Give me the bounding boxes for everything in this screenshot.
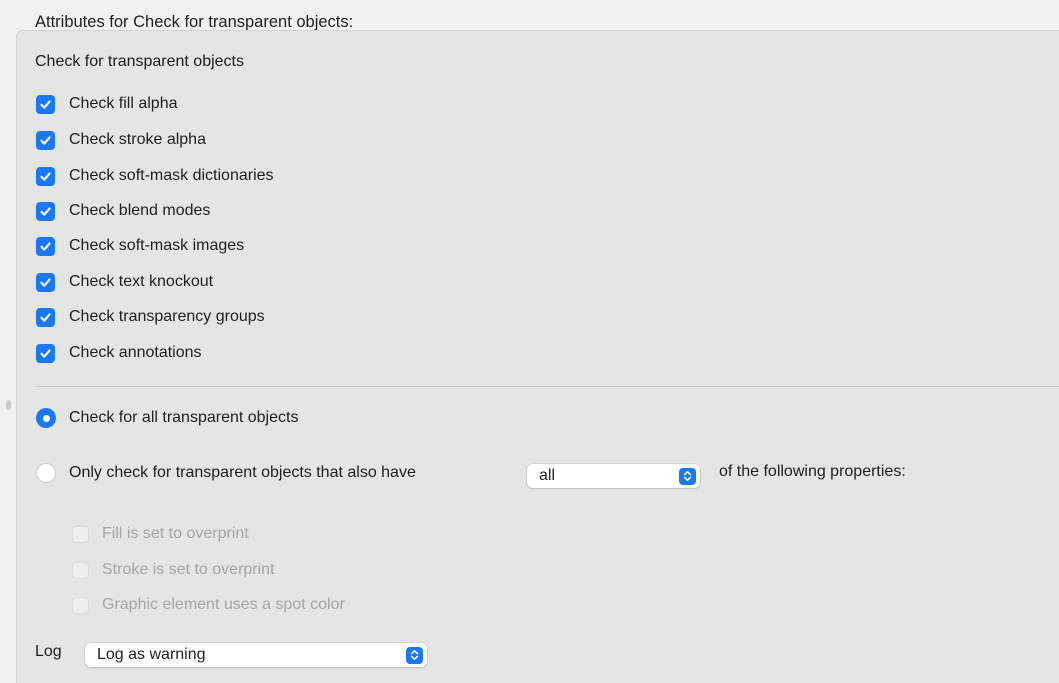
checkbox-box[interactable] [36,94,55,114]
checkbox-stroke-overprint[interactable]: Stroke is set to overprint [72,560,275,580]
checkmark-icon [40,206,51,216]
checkbox-label: Stroke is set to overprint [102,561,275,578]
checkbox-box[interactable] [36,272,55,292]
checkbox-box[interactable] [36,307,55,327]
checkmark-icon [40,171,51,181]
checkmark-icon [40,241,51,251]
log-level-select[interactable]: Log as warning [85,643,427,667]
radio-check-all[interactable]: Check for all transparent objects [36,407,298,429]
checkbox-fill-overprint[interactable]: Fill is set to overprint [72,524,249,544]
checkbox-label: Check blend modes [69,202,211,219]
checkbox-label: Check fill alpha [69,95,178,112]
log-label: Log [35,643,62,660]
radio-button-unselected[interactable] [36,463,56,483]
checkbox-check-soft-mask-images[interactable]: Check soft-mask images [36,236,244,256]
checkbox-box[interactable] [72,525,89,543]
checkmark-icon [40,348,51,358]
checkbox-box[interactable] [36,236,55,256]
checkbox-check-fill-alpha[interactable]: Check fill alpha [36,94,178,114]
radio-button-selected[interactable] [36,408,56,428]
checkbox-check-text-knockout[interactable]: Check text knockout [36,272,213,292]
checkbox-box[interactable] [36,130,55,150]
checkbox-box[interactable] [36,201,55,221]
checkmark-icon [40,312,51,322]
checkmark-icon [40,135,51,145]
checkbox-label: Check soft-mask images [69,237,245,254]
checkbox-label: Fill is set to overprint [102,525,249,542]
checkmark-icon [40,99,51,109]
radio-label: Only check for transparent objects that … [69,464,416,481]
checkbox-label: Check text knockout [69,273,214,290]
checkbox-label: Check annotations [69,344,202,361]
checkbox-check-soft-mask-dictionaries[interactable]: Check soft-mask dictionaries [36,166,274,186]
checkbox-spot-color[interactable]: Graphic element uses a spot color [72,595,345,615]
checkbox-label: Check transparency groups [69,308,265,325]
checkbox-label: Check stroke alpha [69,131,206,148]
checkbox-box[interactable] [36,343,55,363]
checkbox-check-annotations[interactable]: Check annotations [36,343,202,363]
log-level-value: Log as warning [97,646,206,663]
section-divider [35,386,1059,387]
checkbox-box[interactable] [36,166,55,186]
radio-check-only[interactable]: Only check for transparent objects that … [36,462,416,484]
checkmark-icon [40,277,51,287]
match-mode-value: all [539,467,556,484]
checkbox-box[interactable] [72,561,89,579]
properties-suffix: of the following properties: [719,463,906,480]
checkbox-check-blend-modes[interactable]: Check blend modes [36,201,210,221]
checkbox-check-transparency-groups[interactable]: Check transparency groups [36,307,265,327]
checkbox-box[interactable] [72,596,89,614]
radio-label: Check for all transparent objects [69,409,299,426]
group-title: Check for transparent objects [35,53,244,70]
updown-chevron-icon [406,646,423,664]
updown-chevron-icon [679,467,696,485]
match-mode-select[interactable]: all [527,464,700,488]
checkbox-check-stroke-alpha[interactable]: Check stroke alpha [36,130,206,150]
checkbox-label: Check soft-mask dictionaries [69,167,274,184]
checkbox-label: Graphic element uses a spot color [102,596,345,613]
resize-handle[interactable] [6,400,11,410]
